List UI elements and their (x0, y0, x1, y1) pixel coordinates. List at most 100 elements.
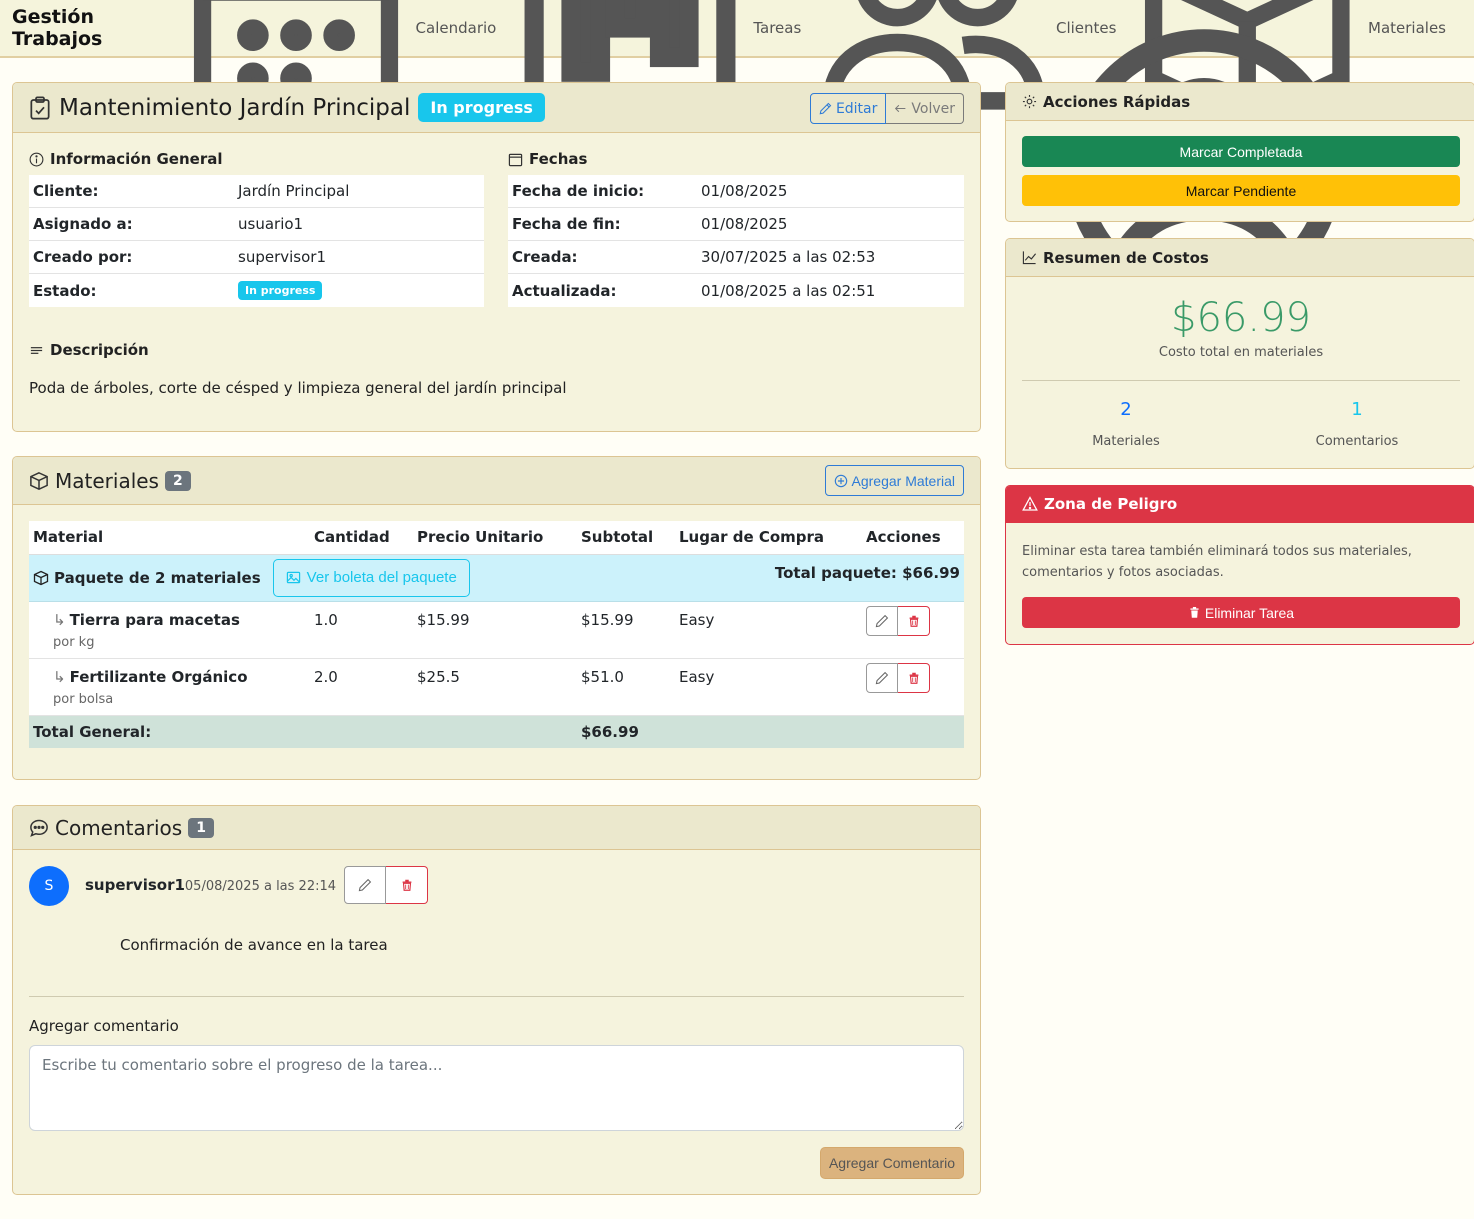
clipboard-check-icon (29, 95, 51, 120)
pencil-icon (875, 671, 889, 685)
info-label: Asignado a: (33, 215, 133, 233)
comment-author: supervisor1 (85, 876, 185, 894)
package-label: Paquete de 2 materiales (54, 568, 261, 587)
back-label: Volver (911, 100, 955, 117)
delete-material-button[interactable] (898, 605, 930, 636)
info-row: Asignado a: usuario1 (29, 208, 484, 241)
top-navbar: Gestión Trabajos Calendario Tareas Clien… (0, 0, 1474, 307)
cost-divider (1022, 380, 1460, 381)
brand-title[interactable]: Gestión Trabajos (12, 6, 159, 50)
trash-icon (907, 614, 921, 628)
graph-up-icon (1022, 250, 1037, 265)
material-place: Easy (675, 601, 862, 659)
date-label: Actualizada: (512, 281, 617, 300)
comments-count-badge: 1 (188, 817, 214, 838)
material-cell: ↳ Fertilizante Orgánico por bolsa (29, 658, 310, 716)
pencil-icon (875, 614, 889, 628)
date-value: 01/08/2025 (701, 215, 788, 233)
info-value: supervisor1 (238, 248, 326, 266)
description-text: Poda de árboles, corte de césped y limpi… (29, 379, 567, 397)
pencil-icon (358, 878, 372, 892)
nav-label: Calendario (415, 19, 497, 37)
info-value: usuario1 (238, 215, 304, 233)
edit-comment-button[interactable] (344, 866, 387, 904)
delete-comment-button[interactable] (386, 866, 429, 904)
image-icon (286, 570, 307, 585)
material-name: Tierra para macetas (69, 610, 240, 629)
comments-divider (29, 996, 964, 997)
material-subtotal: $15.99 (577, 601, 675, 659)
materials-count-badge: 2 (164, 470, 191, 491)
materials-card: Materiales 2 Agregar Material Material C… (12, 456, 981, 780)
comment-date: 05/08/2025 a las 22:14 (184, 878, 337, 894)
box-icon (33, 570, 49, 586)
edit-material-button[interactable] (866, 662, 898, 693)
arrow-left-icon (894, 102, 911, 115)
task-title: Mantenimiento Jardín Principal (59, 94, 411, 121)
back-button[interactable]: Volver (886, 93, 964, 124)
comments-title: Comentarios (55, 815, 183, 840)
material-qty: 2.0 (310, 658, 413, 716)
box-icon (29, 471, 49, 491)
material-place: Easy (675, 658, 862, 716)
info-label: Estado: (33, 281, 97, 300)
mark-pending-button[interactable]: Marcar Pendiente (1022, 175, 1460, 206)
danger-zone-title: Zona de Peligro (1044, 495, 1178, 513)
material-actions (862, 658, 964, 716)
arrow-return-right-icon: ↳ (53, 610, 66, 629)
total-value: $66.99 (577, 715, 964, 748)
add-comment-button[interactable]: Agregar Comentario (820, 1147, 964, 1179)
comment-header: supervisor1 05/08/2025 a las 22:14 (85, 866, 429, 904)
quick-actions-title: Acciones Rápidas (1043, 92, 1191, 111)
danger-zone-header: Zona de Peligro (1006, 486, 1474, 523)
material-row: ↳ Fertilizante Orgánico por bolsa 2.0 $2… (29, 658, 964, 716)
comments-count-caption: Comentarios (1315, 434, 1399, 449)
quick-actions-header: Acciones Rápidas (1006, 83, 1474, 121)
add-comment-label: Agregar comentario (29, 1017, 179, 1035)
arrow-return-right-icon: ↳ (53, 667, 66, 686)
package-row: Paquete de 2 materiales Ver boleta del p… (29, 554, 964, 602)
comment-text: Confirmación de avance en la tarea (120, 936, 388, 954)
chat-dots-icon (29, 818, 49, 838)
table-header-row: Material Cantidad Precio Unitario Subtot… (29, 521, 964, 555)
cost-summary-card: Resumen de Costos $66.99 Costo total en … (1005, 238, 1474, 469)
col-material: Material (29, 521, 310, 555)
status-badge-small: In progress (238, 281, 323, 300)
mark-complete-button[interactable]: Marcar Completada (1022, 136, 1460, 167)
cost-summary-header: Resumen de Costos (1006, 239, 1474, 277)
materials-count-caption: Materiales (1092, 434, 1160, 449)
date-value: 30/07/2025 a las 02:53 (701, 248, 876, 266)
edit-material-button[interactable] (866, 605, 898, 636)
cost-summary-title: Resumen de Costos (1043, 248, 1209, 267)
cost-total: $66.99 (1171, 295, 1311, 341)
date-row: Fecha de inicio: 01/08/2025 (508, 175, 964, 208)
material-cell: ↳ Tierra para macetas por kg (29, 601, 310, 659)
materials-title: Materiales (55, 468, 159, 493)
add-material-button[interactable]: Agregar Material (824, 465, 964, 496)
total-label: Total General: (29, 715, 577, 748)
material-subtotal: $51.0 (577, 658, 675, 716)
avatar: S (29, 866, 69, 906)
material-qty: 1.0 (310, 601, 413, 659)
view-receipt-button[interactable]: Ver boleta del paquete (272, 558, 470, 597)
col-precio: Precio Unitario (413, 521, 577, 555)
date-label: Fecha de inicio: (512, 182, 645, 200)
edit-label: Editar (835, 100, 878, 117)
date-row: Creada: 30/07/2025 a las 02:53 (508, 241, 964, 274)
delete-task-button[interactable]: Eliminar Tarea (1022, 597, 1460, 628)
package-cell: Paquete de 2 materiales Ver boleta del p… (29, 554, 577, 602)
view-receipt-label: Ver boleta del paquete (306, 569, 457, 586)
info-circle-icon (29, 152, 50, 167)
description-section-title: Descripción (29, 341, 149, 359)
calendar-icon (508, 152, 529, 167)
delete-material-button[interactable] (898, 662, 930, 693)
materials-count-stat: 2 (1120, 399, 1132, 420)
col-cantidad: Cantidad (310, 521, 413, 555)
edit-button[interactable]: Editar (809, 93, 887, 124)
material-row: ↳ Tierra para macetas por kg 1.0 $15.99 … (29, 601, 964, 659)
comment-textarea[interactable] (29, 1045, 964, 1131)
comments-count-stat: 1 (1351, 399, 1363, 420)
danger-zone-text: Eliminar esta tarea también eliminará to… (1022, 544, 1412, 580)
text-lines-icon (29, 343, 50, 358)
date-label: Fecha de fin: (512, 215, 621, 233)
